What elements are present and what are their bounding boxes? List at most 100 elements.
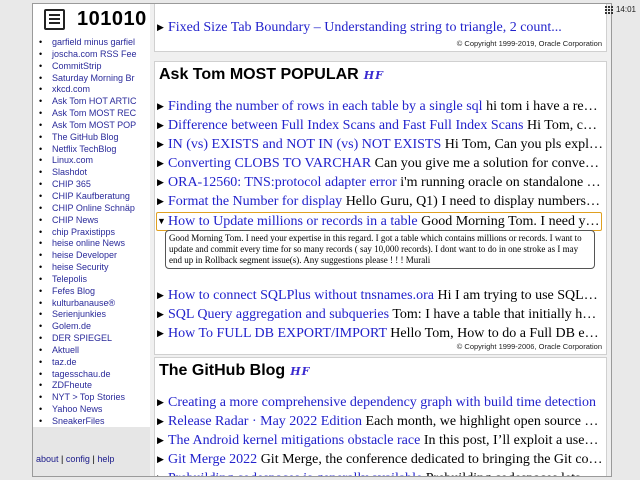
feed-item[interactable]: ▶ Converting CLOBS TO VARCHAR Can you giv…: [157, 155, 603, 172]
feed-item-summary: Prebuilding codespaces lets: [422, 471, 581, 476]
feed-item-title[interactable]: Creating a more comprehensive dependency…: [168, 395, 596, 410]
feed-item[interactable]: ▶ ORA-12560: TNS:protocol adapter error i…: [157, 174, 603, 191]
sidebar-feed-link[interactable]: Ask Tom HOT ARTIC: [39, 96, 150, 108]
feed-item-title[interactable]: Release Radar · May 2022 Edition: [168, 414, 362, 429]
sidebar-feed-link[interactable]: CHIP News: [39, 215, 150, 227]
feed-item[interactable]: ▶ The Android kernel mitigations obstacle…: [157, 432, 603, 449]
feed-item-title[interactable]: Format the Number for display: [168, 194, 342, 209]
app-header: 101010: [33, 4, 150, 35]
hf-icon[interactable]: HF: [290, 365, 310, 378]
feed-title-text: The GitHub Blog: [159, 362, 286, 379]
expand-triangle-icon[interactable]: ▶: [157, 174, 168, 191]
sidebar-feed-link[interactable]: Ask Tom MOST REC: [39, 108, 150, 120]
feed-item-title[interactable]: How to connect SQLPlus without tnsnames.…: [168, 288, 434, 303]
clock-time: 14:01: [615, 5, 636, 14]
sidebar-feed-link[interactable]: Fefes Blog: [39, 286, 150, 298]
expand-triangle-icon[interactable]: ▶: [157, 325, 168, 342]
sidebar-feed-link[interactable]: joscha.com RSS Fee: [39, 49, 150, 61]
sidebar-feed-link[interactable]: Netflix TechBlog: [39, 144, 150, 156]
feed-item[interactable]: ▶ Release Radar · May 2022 Edition Each m…: [157, 413, 603, 430]
sidebar-feed-link[interactable]: heise online News: [39, 238, 150, 250]
feed-item-summary: Hi Tom, Can you pls explain the differen…: [444, 137, 603, 152]
feed-item[interactable]: ▶ Difference between Full Index Scans and…: [157, 117, 603, 134]
sidebar-feed-link[interactable]: Ask Tom MOST POP: [39, 120, 150, 132]
expand-triangle-icon[interactable]: ▶: [157, 470, 168, 476]
feed-item[interactable]: ▶ How To FULL DB EXPORT/IMPORT Hello Tom,…: [157, 325, 603, 342]
sidebar-feed-link[interactable]: NYT > Top Stories: [39, 392, 150, 404]
sidebar-feed-link[interactable]: heise Security: [39, 262, 150, 274]
sidebar-feed-link[interactable]: Aktuell: [39, 345, 150, 357]
newspaper-icon: [44, 9, 65, 30]
expand-triangle-icon[interactable]: ▶: [157, 451, 168, 468]
feed-item-title[interactable]: How To FULL DB EXPORT/IMPORT: [168, 326, 387, 341]
feed-item[interactable]: ▶ IN (vs) EXISTS and NOT IN (vs) NOT EXIS…: [157, 136, 603, 153]
sidebar-feed-link[interactable]: Serienjunkies: [39, 309, 150, 321]
sidebar-feed-link[interactable]: DER SPIEGEL: [39, 333, 150, 345]
feed-item[interactable]: ▶ How to connect SQLPlus without tnsnames…: [157, 287, 603, 304]
feed-item-title[interactable]: Converting CLOBS TO VARCHAR: [168, 156, 371, 171]
feed-item[interactable]: ▶ Git Merge 2022 Git Merge, the conferenc…: [157, 451, 603, 468]
expand-triangle-icon[interactable]: ▶: [157, 394, 168, 411]
feed-item[interactable]: ▶ Creating a more comprehensive dependenc…: [157, 394, 603, 411]
sidebar-feed-link[interactable]: Telepolis: [39, 274, 150, 286]
about-link[interactable]: about: [36, 454, 59, 464]
feed-item-title[interactable]: ORA-12560: TNS:protocol adapter error: [168, 175, 397, 190]
feed-item-title[interactable]: Prebuilding codespaces is generally avai…: [168, 471, 422, 476]
feed-item[interactable]: ▼ How to Update millions or records in a …: [156, 212, 602, 231]
feed-item-summary: Each month, we highlight open source pro…: [362, 414, 603, 429]
sidebar-feed-link[interactable]: taz.de: [39, 357, 150, 369]
expand-triangle-icon[interactable]: ▶: [157, 193, 168, 210]
hf-icon[interactable]: HF: [364, 69, 384, 82]
sidebar-feed-link[interactable]: Yahoo News: [39, 404, 150, 416]
expand-triangle-icon[interactable]: ▶: [157, 432, 168, 449]
feed-item-title[interactable]: Git Merge 2022: [168, 452, 257, 467]
feed-item[interactable]: ▶ SQL Query aggregation and subqueries To…: [157, 306, 603, 323]
config-link[interactable]: config: [66, 454, 90, 464]
sidebar-feed-link[interactable]: CHIP Kaufberatung: [39, 191, 150, 203]
sidebar-feed-link[interactable]: The GitHub Blog: [39, 132, 150, 144]
feed-item[interactable]: ▶ Fixed Size Tab Boundary – Understanding…: [157, 19, 603, 36]
expand-triangle-icon[interactable]: ▶: [157, 155, 168, 172]
feed-item-title[interactable]: IN (vs) EXISTS and NOT IN (vs) NOT EXIST…: [168, 137, 441, 152]
sidebar-feed-link[interactable]: chip Praxistipps: [39, 227, 150, 239]
collapse-triangle-icon[interactable]: ▼: [157, 213, 168, 230]
sidebar-feed-link[interactable]: tagesschau.de: [39, 369, 150, 381]
feed-item[interactable]: ▶Prebuilding codespaces is generally ava…: [157, 470, 603, 476]
feed-item-summary: Hi I am trying to use SQLPlus to connect: [437, 288, 603, 303]
feed-item[interactable]: ▶ Finding the number of rows in each tabl…: [157, 98, 603, 115]
feed-item-title[interactable]: How to Update millions or records in a t…: [168, 214, 418, 229]
app-window: 101010 garfield minus garfieljoscha.com …: [32, 3, 612, 477]
feed-item-title[interactable]: Fixed Size Tab Boundary – Understanding …: [168, 20, 562, 35]
sidebar-feed-link[interactable]: kulturbanause®: [39, 298, 150, 310]
feed-item-title[interactable]: The Android kernel mitigations obstacle …: [168, 433, 420, 448]
sidebar-feed-link[interactable]: garfield minus garfiel: [39, 37, 150, 49]
sidebar-feed-link[interactable]: ZDFheute: [39, 380, 150, 392]
feed-item-summary: Git Merge, the conference dedicated to b…: [257, 452, 603, 467]
expand-triangle-icon[interactable]: ▶: [157, 136, 168, 153]
feed-item-title[interactable]: Finding the number of rows in each table…: [168, 99, 483, 114]
sidebar-feed-link[interactable]: SneakerFiles: [39, 416, 150, 427]
expand-triangle-icon[interactable]: ▶: [157, 287, 168, 304]
expand-triangle-icon[interactable]: ▶: [157, 19, 168, 36]
expand-triangle-icon[interactable]: ▶: [157, 117, 168, 134]
sidebar-feed-link[interactable]: Golem.de: [39, 321, 150, 333]
help-link[interactable]: help: [97, 454, 114, 464]
footer-separator: |: [92, 454, 95, 464]
expand-triangle-icon[interactable]: ▶: [157, 306, 168, 323]
sidebar-feed-link[interactable]: CHIP 365: [39, 179, 150, 191]
sidebar-feed-link[interactable]: Linux.com: [39, 155, 150, 167]
sidebar-feed-link[interactable]: CommitStrip: [39, 61, 150, 73]
feed-item-title[interactable]: Difference between Full Index Scans and …: [168, 118, 524, 133]
sidebar-feed-link[interactable]: CHIP Online Schnäp: [39, 203, 150, 215]
sidebar-feed-link[interactable]: heise Developer: [39, 250, 150, 262]
expand-triangle-icon[interactable]: ▶: [157, 413, 168, 430]
sidebar-feed-link[interactable]: Slashdot: [39, 167, 150, 179]
sidebar-feed-link[interactable]: Saturday Morning Br: [39, 73, 150, 85]
expand-triangle-icon[interactable]: ▶: [157, 98, 168, 115]
feed-item-title[interactable]: SQL Query aggregation and subqueries: [168, 307, 389, 322]
grid-menu-icon[interactable]: [604, 5, 613, 14]
sidebar-feed-link[interactable]: xkcd.com: [39, 84, 150, 96]
feed-item-summary: Hello Guru, Q1) I need to display number…: [345, 194, 603, 209]
feed-item[interactable]: ▶ Format the Number for display Hello Gur…: [157, 193, 603, 210]
feed-item-summary: hi tom i have a requirement to find the …: [486, 99, 603, 114]
